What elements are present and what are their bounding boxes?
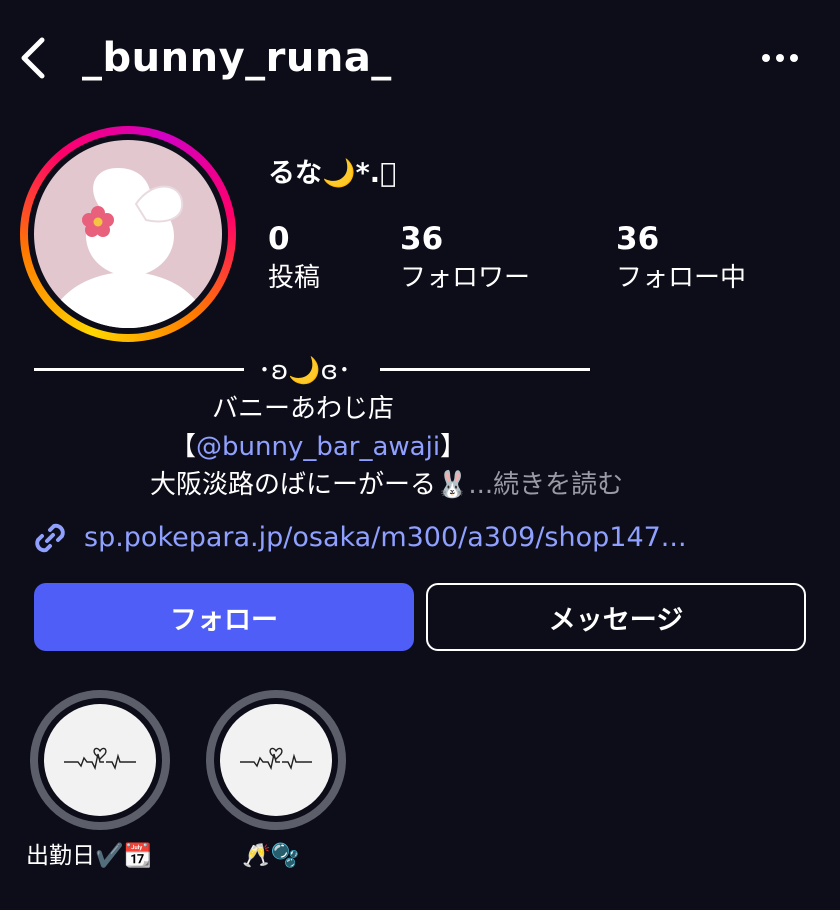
profile-username: _bunny_runa_ [82, 35, 392, 81]
following-count: 36 [616, 221, 660, 257]
followers-count: 36 [400, 221, 444, 257]
display-name: るな🌙*.ﾟ [268, 158, 397, 189]
link-icon [35, 523, 65, 553]
bio-divider-ornament: ･ʚ🌙ɞ･ [258, 356, 351, 386]
heartbeat-line-icon [240, 747, 312, 771]
stat-following[interactable]: 36 フォロー中 [616, 220, 746, 297]
follow-button[interactable]: フォロー [34, 583, 414, 651]
website-url: sp.pokepara.jp/osaka/m300/a309/shop147..… [84, 522, 687, 553]
bio-line-mention: 【@bunny_bar_awaji】 [170, 432, 467, 462]
highlight-item[interactable]: 🥂🫧 [206, 690, 346, 869]
bio-line-shop: バニーあわじ店 [212, 394, 395, 424]
following-label: フォロー中 [616, 263, 747, 293]
website-link[interactable]: sp.pokepara.jp/osaka/m300/a309/shop147..… [30, 516, 687, 560]
read-more-link[interactable]: 続きを読む [493, 470, 623, 500]
more-options-button[interactable] [752, 40, 808, 76]
avatar[interactable] [34, 140, 222, 328]
highlight-item[interactable]: 出勤日✔️📆 [26, 690, 170, 869]
chevron-left-icon [21, 37, 45, 79]
posts-count: 0 [268, 221, 290, 257]
highlight-label: 🥂🫧 [242, 843, 300, 869]
bunny-avatar [34, 140, 222, 328]
posts-label: 投稿 [268, 263, 321, 293]
story-ring[interactable] [20, 126, 236, 342]
message-button[interactable]: メッセージ [426, 583, 806, 651]
more-horizontal-icon [762, 54, 798, 62]
mention-link[interactable]: @bunny_bar_awaji [196, 432, 440, 462]
highlight-ring [30, 690, 170, 830]
stat-posts[interactable]: 0 投稿 [268, 220, 320, 297]
top-bar: _bunny_runa_ [0, 0, 840, 120]
heartbeat-line-icon [64, 747, 136, 771]
stat-followers[interactable]: 36 フォロワー [400, 220, 530, 297]
bio-line-intro: 大阪淡路のばにーがーる🐰...続きを読む [150, 470, 624, 500]
bio-divider-left [34, 368, 244, 371]
followers-label: フォロワー [400, 263, 531, 293]
bio-divider-right [380, 368, 590, 371]
highlight-ring [206, 690, 346, 830]
highlight-label: 出勤日✔️📆 [26, 843, 153, 869]
back-button[interactable] [14, 34, 58, 82]
